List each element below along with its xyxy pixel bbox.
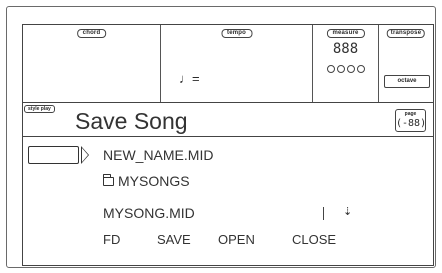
quarter-note-icon: ♩=: [179, 71, 200, 86]
folder-item[interactable]: MYSONGS: [103, 173, 190, 190]
page-number: (-88): [396, 118, 427, 129]
mode-tag: style play: [24, 105, 55, 113]
folder-name: MYSONGS: [118, 173, 190, 189]
open-button[interactable]: OPEN: [218, 231, 255, 248]
beat-dot: [346, 65, 355, 73]
page-title: Save Song: [75, 108, 188, 134]
close-button[interactable]: CLOSE: [292, 231, 336, 248]
title-divider: [23, 136, 433, 137]
lcd-screen: chord tempo ♩= measure 888 transpose oct…: [22, 24, 434, 266]
file-item[interactable]: MYSONG.MID: [103, 205, 195, 222]
tempo-area[interactable]: tempo ♩=: [161, 25, 313, 102]
selection-arrow-icon: [81, 146, 89, 164]
fd-button[interactable]: FD: [103, 231, 120, 248]
beat-dot: [336, 65, 345, 73]
beat-indicators: [326, 65, 365, 73]
octave-label[interactable]: octave: [384, 75, 430, 88]
page-indicator[interactable]: page (-88): [395, 109, 426, 132]
measure-label: measure: [326, 29, 365, 38]
chord-label: chord: [76, 29, 107, 38]
transpose-area[interactable]: transpose octave: [379, 25, 433, 102]
measure-area: measure 888: [313, 25, 379, 102]
scroll-cursor: [323, 207, 324, 220]
status-row: chord tempo ♩= measure 888 transpose oct…: [23, 25, 433, 103]
chord-area[interactable]: chord: [23, 25, 161, 102]
measure-digits: 888: [332, 41, 359, 57]
target-name[interactable]: NEW_NAME.MID: [103, 147, 213, 164]
transpose-label: transpose: [386, 29, 426, 38]
down-arrow-icon[interactable]: ⇣: [343, 206, 352, 219]
folder-icon: [103, 174, 114, 186]
beat-dot: [356, 65, 365, 73]
save-button[interactable]: SAVE: [157, 231, 191, 248]
tempo-label: tempo: [221, 29, 252, 38]
selection-box[interactable]: [28, 146, 79, 164]
display-frame: chord tempo ♩= measure 888 transpose oct…: [6, 6, 436, 268]
beat-dot: [326, 65, 335, 73]
